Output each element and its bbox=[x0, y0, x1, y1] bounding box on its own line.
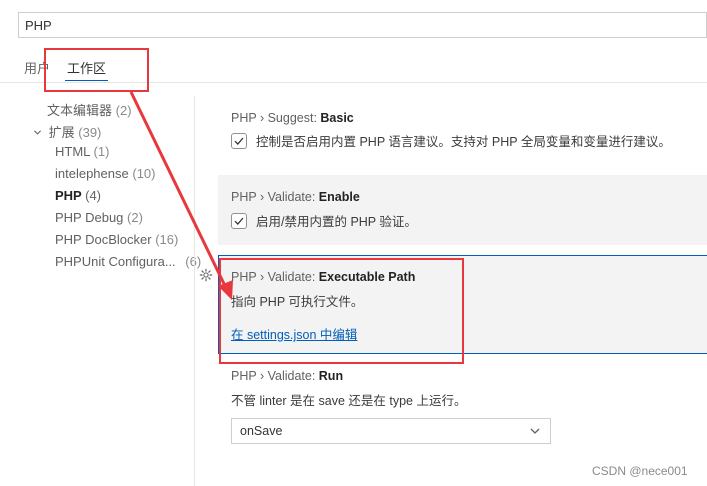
check-icon bbox=[234, 217, 244, 225]
toc-item-count: (4) bbox=[85, 188, 102, 203]
setting-category: PHP › Validate: bbox=[231, 369, 319, 383]
setting-description: 启用/禁用内置的 PHP 验证。 bbox=[256, 215, 417, 229]
toc-item-php-docblocker[interactable]: PHP DocBlocker (16) bbox=[55, 232, 178, 247]
validate-run-select[interactable]: onSave bbox=[231, 418, 551, 444]
gear-icon[interactable] bbox=[199, 268, 213, 282]
setting-title: PHP › Validate: Enable bbox=[231, 190, 707, 204]
toc-item-phpunit[interactable]: PHPUnit Configura... (6) bbox=[55, 254, 201, 269]
toc-item-php-debug[interactable]: PHP Debug (2) bbox=[55, 210, 143, 225]
toc-item-html[interactable]: HTML (1) bbox=[55, 144, 109, 159]
toc-item-extensions[interactable]: 扩展 (39) bbox=[33, 122, 101, 141]
toc-item-text-editor[interactable]: 文本编辑器 (2) bbox=[47, 100, 132, 119]
toc-item-count: (2) bbox=[115, 103, 132, 118]
toc-item-count: (10) bbox=[132, 166, 156, 181]
setting-description: 控制是否启用内置 PHP 语言建议。支持对 PHP 全局变量和变量进行建议。 bbox=[256, 135, 671, 149]
watermark: CSDN @nece001 bbox=[592, 464, 688, 478]
setting-validate-enable: PHP › Validate: Enable 启用/禁用内置的 PHP 验证。 bbox=[218, 175, 707, 245]
setting-category: PHP › Suggest: bbox=[231, 111, 321, 125]
chevron-down-icon bbox=[530, 428, 540, 434]
setting-key: Basic bbox=[320, 111, 354, 125]
setting-description: 不管 linter 是在 save 还是在 type 上运行。 bbox=[231, 394, 467, 408]
toc-item-label: PHPUnit Configura... bbox=[55, 254, 176, 269]
setting-key: Enable bbox=[318, 190, 360, 204]
setting-category: PHP › Validate: bbox=[231, 190, 319, 204]
toc-item-php[interactable]: PHP (4) bbox=[55, 188, 101, 203]
check-icon bbox=[234, 137, 244, 145]
toc-item-label: PHP bbox=[55, 188, 82, 203]
toc-item-label: PHP DocBlocker bbox=[55, 232, 152, 247]
setting-row: 控制是否启用内置 PHP 语言建议。支持对 PHP 全局变量和变量进行建议。 bbox=[231, 131, 707, 150]
toc-item-label: 文本编辑器 bbox=[47, 103, 113, 118]
toc-item-label: 扩展 bbox=[48, 125, 75, 140]
validate-enable-checkbox[interactable] bbox=[231, 212, 247, 229]
toc-item-count: (1) bbox=[93, 144, 110, 159]
toc-item-count: (16) bbox=[155, 232, 179, 247]
toc-item-intelephense[interactable]: intelephense (10) bbox=[55, 166, 155, 181]
chevron-expanded-icon[interactable] bbox=[33, 128, 45, 140]
select-value: onSave bbox=[240, 424, 283, 438]
toc-item-label: intelephense bbox=[55, 166, 129, 181]
toc-item-label: PHP Debug bbox=[55, 210, 124, 225]
setting-key: Run bbox=[318, 369, 344, 383]
setting-suggest-basic: PHP › Suggest: Basic 控制是否启用内置 PHP 语言建议。支… bbox=[218, 103, 707, 163]
setting-row: 启用/禁用内置的 PHP 验证。 bbox=[231, 211, 707, 230]
toc-item-count: (39) bbox=[78, 125, 102, 140]
search-input[interactable] bbox=[18, 12, 707, 38]
annotation-box-workspace-tab bbox=[44, 48, 149, 92]
suggest-basic-checkbox[interactable] bbox=[231, 132, 247, 149]
toc-item-label: HTML bbox=[55, 144, 90, 159]
setting-title: PHP › Validate: Run bbox=[231, 369, 707, 383]
setting-validate-run: PHP › Validate: Run 不管 linter 是在 save 还是… bbox=[218, 360, 707, 460]
setting-title: PHP › Suggest: Basic bbox=[231, 111, 707, 125]
toc-item-count: (2) bbox=[127, 210, 143, 225]
toc-divider bbox=[194, 96, 195, 486]
annotation-box-executable-path bbox=[219, 258, 464, 364]
